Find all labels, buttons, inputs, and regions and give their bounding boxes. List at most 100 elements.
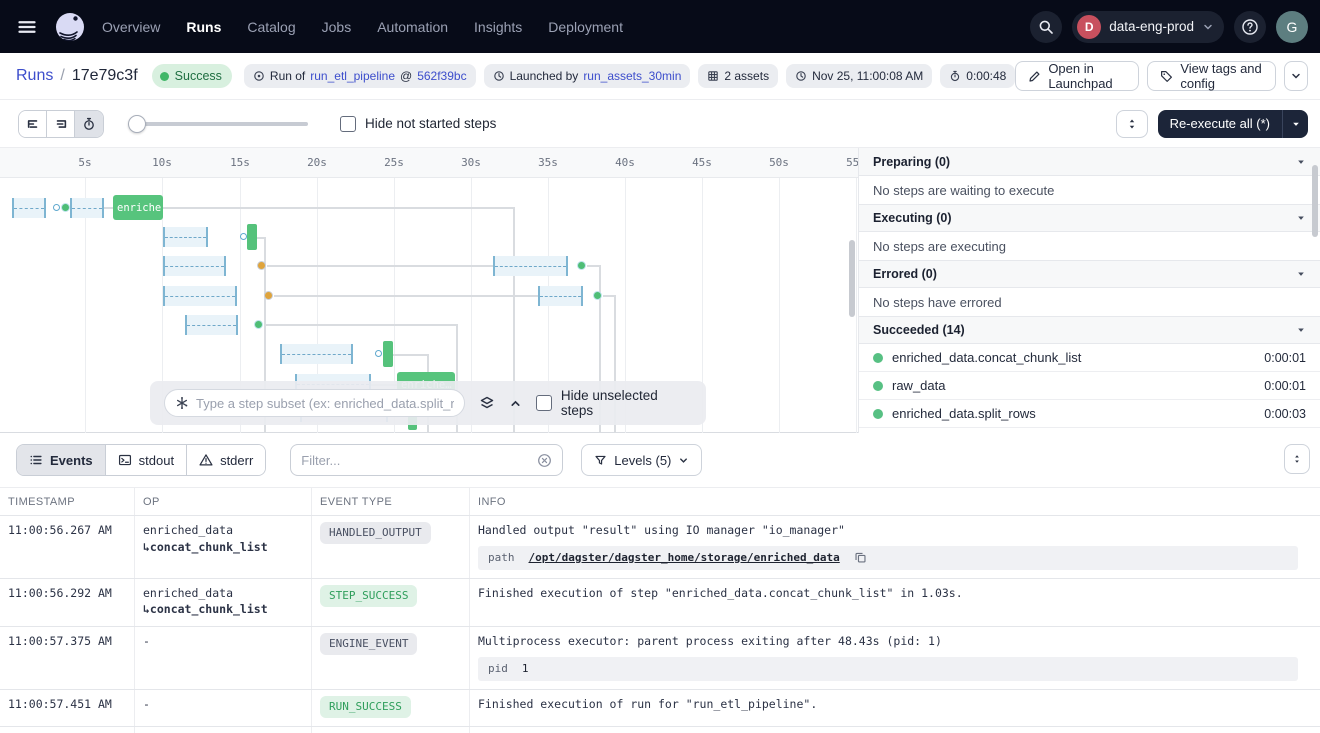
step-row[interactable]: enriched_data.split_rows0:00:03	[859, 400, 1320, 428]
copy-icon[interactable]	[854, 551, 867, 564]
gantt-waiting-box[interactable]	[185, 315, 238, 335]
gantt-waiting-box[interactable]	[70, 198, 104, 218]
tab-stderr[interactable]: stderr	[187, 445, 265, 475]
run-icon	[253, 70, 265, 82]
metadata-path-link[interactable]: /opt/dagster/dagster_home/storage/enrich…	[529, 550, 840, 566]
search-button[interactable]	[1030, 11, 1062, 43]
open-in-launchpad-button[interactable]: Open in Launchpad	[1015, 61, 1139, 91]
op-line: enriched_data	[143, 585, 301, 602]
run-tag[interactable]: 2 assets	[698, 64, 778, 88]
timed-view-button[interactable]	[75, 111, 103, 137]
gantt-chart[interactable]: 5s10s15s20s25s30s35s40s45s50s55s enriche…	[0, 148, 858, 433]
flatten-view-button[interactable]	[19, 111, 47, 137]
gantt-zoom-slider[interactable]	[128, 115, 308, 133]
workspace-switcher[interactable]: D data-eng-prod	[1072, 11, 1224, 43]
gantt-step-bar[interactable]	[383, 341, 393, 367]
clear-filter-icon[interactable]	[537, 453, 552, 468]
clock-icon	[795, 70, 807, 82]
gantt-marker-dot	[375, 350, 382, 357]
list-icon	[29, 453, 43, 467]
chevron-up-icon[interactable]	[509, 397, 522, 410]
more-actions-button[interactable]	[1284, 61, 1308, 91]
gantt-waiting-box[interactable]	[163, 256, 226, 276]
gantt-waiting-box[interactable]	[163, 286, 237, 306]
step-section-header[interactable]: Errored (0)	[859, 260, 1320, 288]
section-title: Executing (0)	[873, 211, 952, 225]
step-success-dot-icon	[873, 409, 883, 419]
gantt-waiting-box[interactable]	[538, 286, 583, 306]
event-type-cell: HANDLED_OUTPUT	[312, 516, 470, 578]
event-info-text: Multiprocess executor: parent process ex…	[478, 633, 1310, 650]
event-row[interactable]: 11:00:56.267 AMenriched_data↳concat_chun…	[0, 516, 1320, 579]
col-op: OP	[135, 488, 312, 515]
slider-handle[interactable]	[128, 115, 146, 133]
hide-not-started-checkbox[interactable]	[340, 116, 356, 132]
status-badge: Success	[152, 64, 232, 88]
user-avatar[interactable]: G	[1276, 11, 1308, 43]
gantt-axis-tick: 45s	[692, 156, 712, 169]
event-row[interactable]: 11:00:57.375 AM-ENGINE_EVENTMultiprocess…	[0, 627, 1320, 690]
step-subset-input[interactable]	[196, 396, 454, 411]
waterfall-view-button[interactable]	[47, 111, 75, 137]
run-tag[interactable]: Run of run_etl_pipeline @ 562f39bc	[244, 64, 476, 88]
levels-filter-button[interactable]: Levels (5)	[581, 444, 702, 476]
run-tag[interactable]: Launched by run_assets_30min	[484, 64, 691, 88]
breadcrumb-runs-link[interactable]: Runs	[16, 67, 53, 85]
nav-item-runs[interactable]: Runs	[186, 19, 221, 35]
section-empty-message: No steps have errored	[859, 288, 1320, 316]
step-section-header[interactable]: Succeeded (14)	[859, 316, 1320, 344]
nav-item-insights[interactable]: Insights	[474, 19, 522, 35]
hide-unselected-checkbox[interactable]	[536, 395, 552, 411]
gantt-marker-dot	[53, 204, 60, 211]
grid-icon	[707, 70, 719, 82]
levels-label: Levels (5)	[614, 453, 671, 468]
gantt-axis-tick: 40s	[615, 156, 635, 169]
step-duration: 0:00:01	[1264, 379, 1306, 393]
expand-collapse-button[interactable]	[1116, 110, 1148, 138]
nav-item-automation[interactable]: Automation	[377, 19, 448, 35]
breadcrumb: Runs / 17e79c3f	[16, 67, 138, 85]
nav-item-jobs[interactable]: Jobs	[322, 19, 352, 35]
help-button[interactable]	[1234, 11, 1266, 43]
events-expand-button[interactable]	[1284, 444, 1310, 474]
step-section-header[interactable]: Preparing (0)	[859, 148, 1320, 176]
tab-stdout[interactable]: stdout	[106, 445, 187, 475]
gantt-waiting-box[interactable]	[163, 227, 208, 247]
gantt-step-bar[interactable]	[247, 224, 257, 250]
run-tag[interactable]: Nov 25, 11:00:08 AM	[786, 64, 932, 88]
tag-text: 0:00:48	[966, 69, 1006, 83]
event-type-badge: STEP_SUCCESS	[320, 585, 417, 607]
reexecute-all-button[interactable]: Re-execute all (*)	[1158, 110, 1308, 138]
tab-events[interactable]: Events	[17, 445, 106, 475]
step-row[interactable]: raw_data0:00:01	[859, 372, 1320, 400]
gantt-waiting-box[interactable]	[493, 256, 568, 276]
view-tags-config-button[interactable]: View tags and config	[1147, 61, 1276, 91]
event-row[interactable]: 11:00:57.451 AM-RUN_SUCCESSFinished exec…	[0, 690, 1320, 727]
nav-item-overview[interactable]: Overview	[102, 19, 160, 35]
step-section-header[interactable]: Executing (0)	[859, 204, 1320, 232]
op-line: enriched_data	[143, 522, 301, 539]
nav-item-catalog[interactable]: Catalog	[247, 19, 295, 35]
nav-item-deployment[interactable]: Deployment	[548, 19, 623, 35]
steps-panel-scrollbar[interactable]	[1312, 165, 1318, 237]
section-empty-message: No steps are waiting to execute	[859, 176, 1320, 204]
workspace-avatar: D	[1077, 15, 1101, 39]
workspace-name: data-eng-prod	[1109, 19, 1194, 34]
gantt-waiting-box[interactable]	[280, 344, 353, 364]
gantt-step-bar[interactable]: enriche.	[113, 195, 163, 220]
layers-icon[interactable]	[479, 395, 495, 411]
reexecute-options-button[interactable]	[1282, 110, 1308, 138]
gantt-waiting-box[interactable]	[12, 198, 46, 218]
caret-updown-icon	[1126, 117, 1138, 131]
stopwatch-icon	[82, 117, 96, 131]
step-row[interactable]: enriched_data.concat_chunk_list0:00:01	[859, 344, 1320, 372]
event-row[interactable]: 11:00:57.489 AM-ENGINE_EVENTProcess for …	[0, 727, 1320, 733]
event-metadata: path/opt/dagster/dagster_home/storage/en…	[478, 546, 1298, 570]
event-row[interactable]: 11:00:56.292 AMenriched_data↳concat_chun…	[0, 579, 1320, 627]
filter-input[interactable]	[301, 453, 537, 468]
gantt-scrollbar[interactable]	[849, 240, 855, 317]
event-log-table: TIMESTAMP OP EVENT TYPE INFO 11:00:56.26…	[0, 487, 1320, 733]
hamburger-menu-icon[interactable]	[10, 10, 44, 44]
run-tag[interactable]: 0:00:48	[940, 64, 1015, 88]
gantt-success-dot	[61, 203, 70, 212]
